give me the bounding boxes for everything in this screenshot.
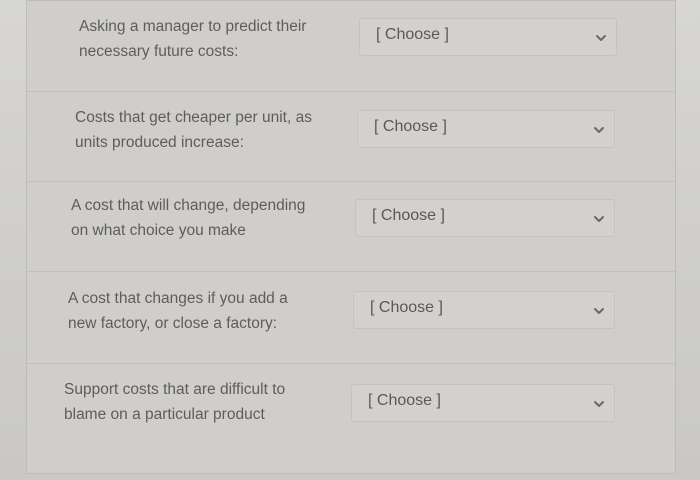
question-2-line-1: Costs that get cheaper per unit, as: [75, 109, 312, 126]
answer-select-1[interactable]: [ Choose ]: [359, 18, 617, 56]
question-text-2: Costs that get cheaper per unit, as unit…: [75, 105, 312, 155]
question-row-2: Costs that get cheaper per unit, as unit…: [27, 91, 675, 181]
question-row-1: Asking a manager to predict their necess…: [27, 1, 675, 91]
matching-question-panel: Asking a manager to predict their necess…: [26, 0, 676, 474]
select-value-1: [ Choose ]: [376, 26, 449, 43]
select-value-5: [ Choose ]: [368, 392, 441, 409]
answer-select-2[interactable]: [ Choose ]: [357, 110, 615, 148]
question-row-3: A cost that will change, depending on wh…: [27, 181, 675, 271]
question-3-line-2: on what choice you make: [71, 222, 246, 239]
chevron-down-icon: [592, 304, 606, 318]
question-1-line-1: Asking a manager to predict their: [79, 18, 307, 35]
chevron-down-icon: [592, 212, 606, 226]
chevron-down-icon: [594, 31, 608, 45]
question-4-line-2: new factory, or close a factory:: [68, 315, 278, 332]
question-5-line-1: Support costs that are difficult to: [64, 381, 286, 398]
question-4-line-1: A cost that changes if you add a: [68, 290, 288, 307]
question-2-line-2: units produced increase:: [75, 134, 244, 151]
question-text-4: A cost that changes if you add a new fac…: [68, 286, 288, 336]
select-value-4: [ Choose ]: [370, 299, 443, 316]
question-text-1: Asking a manager to predict their necess…: [79, 14, 306, 64]
question-1-line-2: necessary future costs:: [79, 43, 239, 60]
question-text-3: A cost that will change, depending on wh…: [71, 193, 305, 243]
select-value-2: [ Choose ]: [374, 118, 447, 135]
question-row-5: Support costs that are difficult to blam…: [27, 363, 675, 467]
question-5-line-2: blame on a particular product: [64, 406, 265, 423]
answer-select-5[interactable]: [ Choose ]: [351, 384, 615, 422]
answer-select-4[interactable]: [ Choose ]: [353, 291, 615, 329]
question-row-4: A cost that changes if you add a new fac…: [27, 271, 675, 363]
question-text-5: Support costs that are difficult to blam…: [64, 377, 285, 427]
answer-select-3[interactable]: [ Choose ]: [355, 199, 615, 237]
chevron-down-icon: [592, 397, 606, 411]
chevron-down-icon: [592, 123, 606, 137]
select-value-3: [ Choose ]: [372, 207, 445, 224]
quiz-screen: Asking a manager to predict their necess…: [0, 0, 700, 480]
question-3-line-1: A cost that will change, depending: [71, 197, 306, 214]
